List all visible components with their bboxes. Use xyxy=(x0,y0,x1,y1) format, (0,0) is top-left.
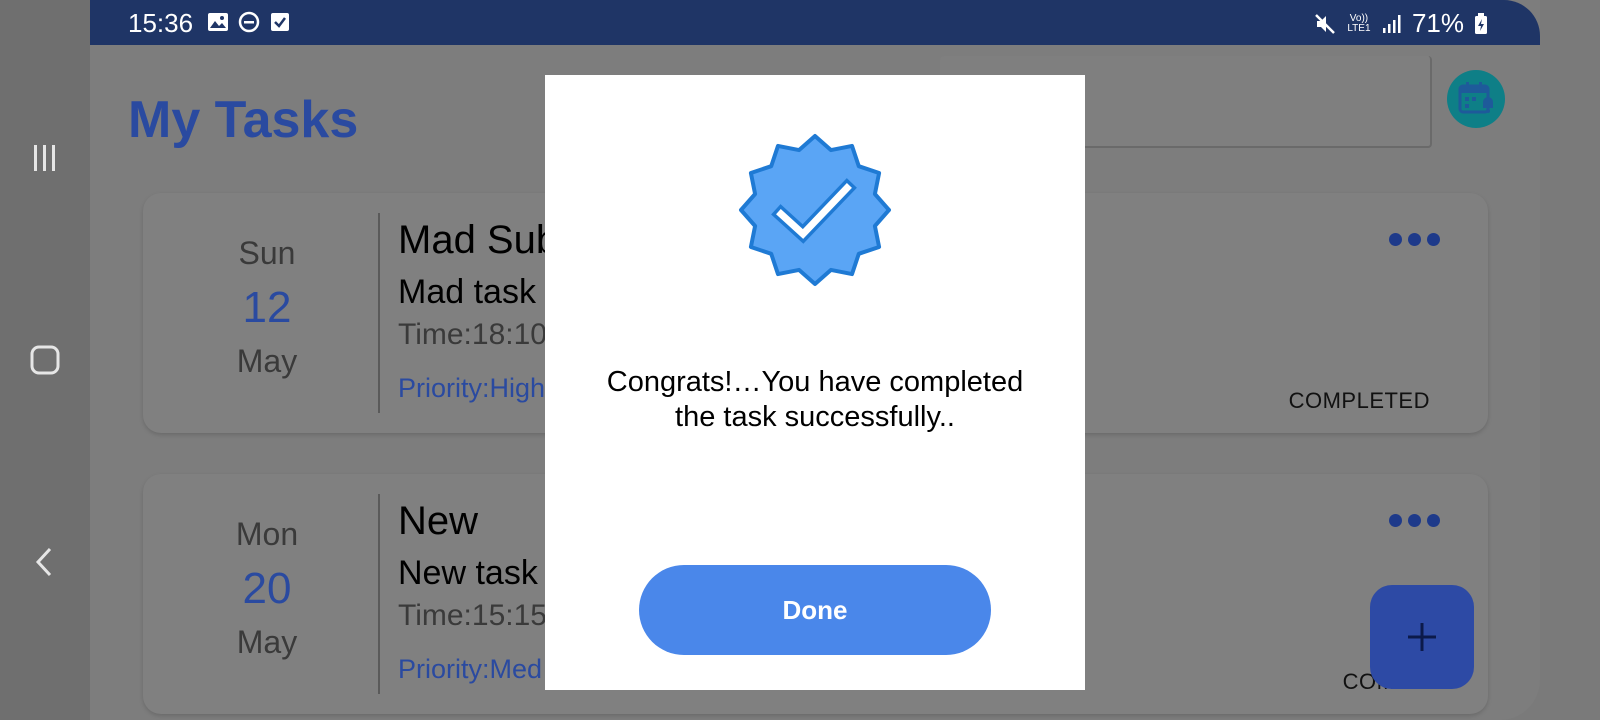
task-description: Mad task xyxy=(398,273,536,311)
network-type-label: Vo)) LTE1 xyxy=(1347,12,1371,34)
task-priority: Priority:High xyxy=(398,373,546,403)
card-divider xyxy=(378,494,380,694)
more-options-button[interactable] xyxy=(1389,514,1440,527)
task-time: Time:18:10 xyxy=(398,318,547,351)
status-time: 15:36 xyxy=(128,8,194,38)
add-task-button[interactable] xyxy=(1370,585,1474,689)
task-day-of-week: Mon xyxy=(235,516,299,552)
checkbox-icon xyxy=(271,13,289,31)
more-dot-icon xyxy=(1389,514,1402,527)
task-status: COMPLETED xyxy=(1288,388,1430,410)
back-icon xyxy=(35,547,52,577)
verified-check-badge-icon xyxy=(739,134,891,286)
task-title: New xyxy=(398,499,479,543)
more-options-button[interactable] xyxy=(1389,233,1440,246)
system-nav-bar xyxy=(0,0,90,720)
signal-icon xyxy=(1382,14,1401,33)
notification-icons xyxy=(207,11,291,33)
task-title: Mad Sub xyxy=(398,218,559,262)
image-icon xyxy=(208,13,228,31)
more-dot-icon xyxy=(1408,233,1421,246)
home-icon xyxy=(30,345,60,375)
task-month: May xyxy=(236,343,298,379)
battery-percent: 71% xyxy=(1411,8,1464,38)
task-date: Sun 12 May xyxy=(143,193,391,433)
battery-charging-icon xyxy=(1475,12,1487,34)
card-divider xyxy=(378,213,380,413)
plus-icon xyxy=(1408,623,1436,651)
task-priority: Priority:Med xyxy=(398,654,543,684)
home-button[interactable] xyxy=(25,340,65,380)
back-button[interactable] xyxy=(25,542,65,582)
more-dot-icon xyxy=(1427,514,1440,527)
mute-icon xyxy=(1315,13,1335,34)
page-title: My Tasks xyxy=(128,91,359,149)
task-date: Mon 20 May xyxy=(143,474,391,714)
more-dot-icon xyxy=(1427,233,1440,246)
calendar-reminder-button[interactable] xyxy=(1447,70,1505,128)
task-time: Time:15:15 xyxy=(398,599,547,632)
task-completed-dialog: Congrats!…You have completed the task su… xyxy=(545,75,1085,690)
more-dot-icon xyxy=(1389,233,1402,246)
more-dot-icon xyxy=(1408,514,1421,527)
status-bar: 15:36 Vo)) LTE1 71% xyxy=(90,0,1540,45)
task-day-number: 12 xyxy=(242,283,292,332)
status-right-icons: Vo)) LTE1 71% xyxy=(1314,8,1488,39)
do-not-disturb-icon xyxy=(238,11,260,33)
task-description: New task xyxy=(398,554,538,592)
task-month: May xyxy=(236,624,298,660)
task-day-number: 20 xyxy=(242,564,292,613)
recent-apps-button[interactable] xyxy=(25,138,65,178)
congrats-message: Congrats!…You have completed the task su… xyxy=(606,366,1024,433)
task-day-of-week: Sun xyxy=(238,235,296,271)
recent-apps-icon xyxy=(34,145,55,171)
calendar-bell-icon xyxy=(1458,82,1493,114)
done-button[interactable]: Done xyxy=(639,565,991,655)
